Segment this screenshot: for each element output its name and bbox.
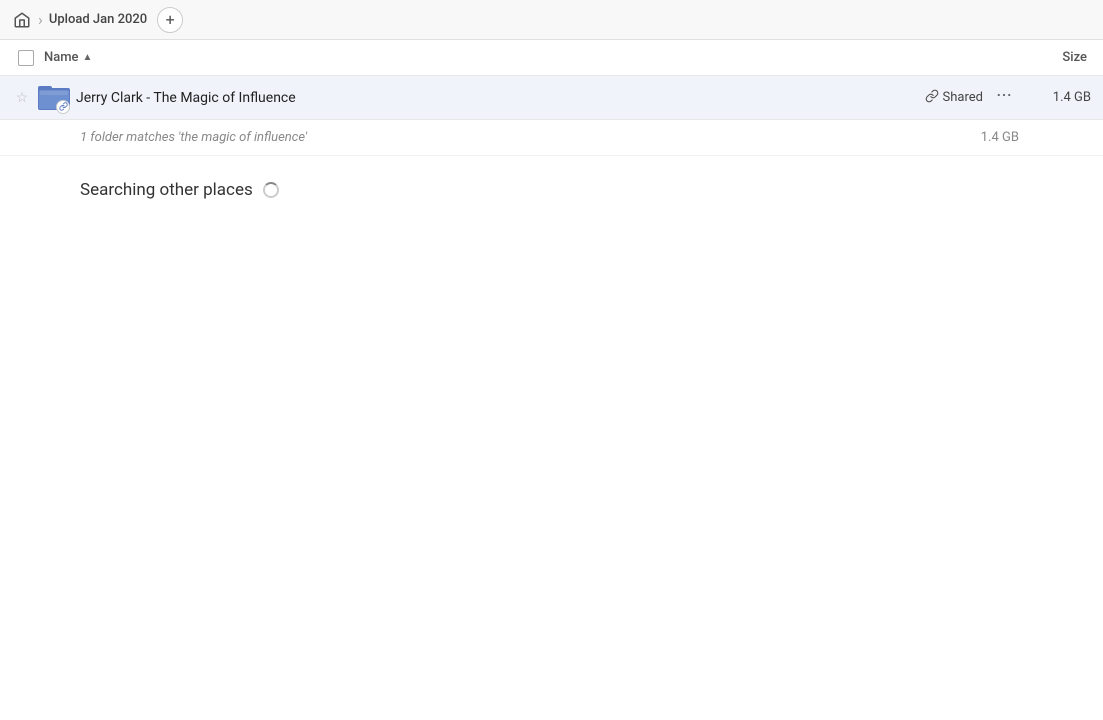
file-name: Jerry Clark - The Magic of Influence (76, 90, 925, 106)
searching-section: Searching other places (0, 156, 1103, 224)
match-info-text: 1 folder matches 'the magic of influence… (80, 130, 981, 145)
searching-label: Searching other places (80, 180, 253, 200)
star-icon[interactable]: ☆ (8, 90, 36, 106)
select-all-checkbox[interactable] (18, 50, 34, 66)
folder-icon-container (36, 80, 72, 116)
sort-arrow-icon: ▲ (83, 52, 93, 63)
column-size-header: Size (1015, 50, 1095, 65)
shared-status: Shared (925, 89, 983, 107)
breadcrumb-separator: › (38, 10, 43, 29)
column-name-header[interactable]: Name ▲ (44, 50, 1015, 65)
breadcrumb-tab-label[interactable]: Upload Jan 2020 (45, 12, 151, 27)
shared-label-text: Shared (943, 90, 983, 105)
file-row[interactable]: ☆ Jerry Clark - The Magic of Influence (0, 76, 1103, 120)
loading-spinner (263, 182, 279, 198)
link-icon (925, 89, 939, 107)
match-info-size: 1.4 GB (981, 130, 1023, 145)
column-headers: Name ▲ Size (0, 40, 1103, 76)
add-tab-button[interactable]: + (157, 7, 183, 33)
folder-badge-icon (56, 100, 70, 114)
row-actions: Shared (925, 86, 1017, 109)
match-info-row: 1 folder matches 'the magic of influence… (0, 120, 1103, 156)
header-bar: › Upload Jan 2020 + (0, 0, 1103, 40)
more-options-button[interactable] (991, 86, 1017, 109)
file-size: 1.4 GB (1025, 90, 1095, 105)
select-all-checkbox-col (8, 50, 44, 66)
home-button[interactable] (8, 6, 36, 34)
